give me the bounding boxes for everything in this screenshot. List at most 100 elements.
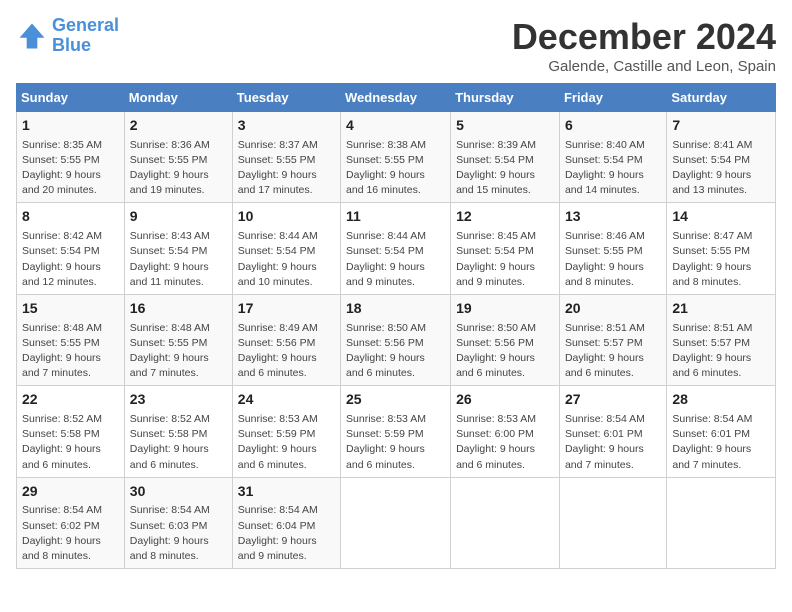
calendar-cell: 27Sunrise: 8:54 AMSunset: 6:01 PMDayligh… <box>559 386 666 477</box>
day-info: Sunrise: 8:54 AMSunset: 6:01 PMDaylight:… <box>565 412 661 473</box>
day-info: Sunrise: 8:52 AMSunset: 5:58 PMDaylight:… <box>130 412 227 473</box>
calendar-cell: 4Sunrise: 8:38 AMSunset: 5:55 PMDaylight… <box>341 112 451 203</box>
month-title: December 2024 <box>512 16 776 58</box>
calendar-cell: 12Sunrise: 8:45 AMSunset: 5:54 PMDayligh… <box>451 203 560 294</box>
header: General Blue December 2024 Galende, Cast… <box>16 16 776 75</box>
day-number: 23 <box>130 390 227 410</box>
day-number: 16 <box>130 299 227 319</box>
day-number: 7 <box>672 116 770 136</box>
day-info: Sunrise: 8:46 AMSunset: 5:55 PMDaylight:… <box>565 229 661 290</box>
day-number: 29 <box>22 482 119 502</box>
day-number: 10 <box>238 207 335 227</box>
calendar-cell: 1Sunrise: 8:35 AMSunset: 5:55 PMDaylight… <box>17 112 125 203</box>
calendar-cell: 6Sunrise: 8:40 AMSunset: 5:54 PMDaylight… <box>559 112 666 203</box>
calendar-week-row: 8Sunrise: 8:42 AMSunset: 5:54 PMDaylight… <box>17 203 776 294</box>
day-number: 15 <box>22 299 119 319</box>
day-info: Sunrise: 8:37 AMSunset: 5:55 PMDaylight:… <box>238 138 335 199</box>
day-info: Sunrise: 8:44 AMSunset: 5:54 PMDaylight:… <box>346 229 445 290</box>
day-info: Sunrise: 8:44 AMSunset: 5:54 PMDaylight:… <box>238 229 335 290</box>
day-info: Sunrise: 8:50 AMSunset: 5:56 PMDaylight:… <box>456 321 554 382</box>
day-number: 20 <box>565 299 661 319</box>
day-number: 26 <box>456 390 554 410</box>
day-info: Sunrise: 8:53 AMSunset: 6:00 PMDaylight:… <box>456 412 554 473</box>
calendar-cell: 23Sunrise: 8:52 AMSunset: 5:58 PMDayligh… <box>124 386 232 477</box>
calendar-cell: 10Sunrise: 8:44 AMSunset: 5:54 PMDayligh… <box>232 203 340 294</box>
day-info: Sunrise: 8:39 AMSunset: 5:54 PMDaylight:… <box>456 138 554 199</box>
day-info: Sunrise: 8:48 AMSunset: 5:55 PMDaylight:… <box>130 321 227 382</box>
calendar-cell: 15Sunrise: 8:48 AMSunset: 5:55 PMDayligh… <box>17 294 125 385</box>
day-number: 28 <box>672 390 770 410</box>
day-number: 18 <box>346 299 445 319</box>
calendar-cell: 16Sunrise: 8:48 AMSunset: 5:55 PMDayligh… <box>124 294 232 385</box>
calendar-cell: 11Sunrise: 8:44 AMSunset: 5:54 PMDayligh… <box>341 203 451 294</box>
day-info: Sunrise: 8:35 AMSunset: 5:55 PMDaylight:… <box>22 138 119 199</box>
calendar-cell: 3Sunrise: 8:37 AMSunset: 5:55 PMDaylight… <box>232 112 340 203</box>
day-number: 22 <box>22 390 119 410</box>
calendar-table: SundayMondayTuesdayWednesdayThursdayFrid… <box>16 83 776 569</box>
header-thursday: Thursday <box>451 84 560 112</box>
calendar-week-row: 22Sunrise: 8:52 AMSunset: 5:58 PMDayligh… <box>17 386 776 477</box>
day-number: 13 <box>565 207 661 227</box>
day-number: 1 <box>22 116 119 136</box>
calendar-header-row: SundayMondayTuesdayWednesdayThursdayFrid… <box>17 84 776 112</box>
calendar-cell <box>667 477 776 568</box>
logo-line1: General <box>52 15 119 35</box>
calendar-cell <box>341 477 451 568</box>
day-info: Sunrise: 8:51 AMSunset: 5:57 PMDaylight:… <box>672 321 770 382</box>
day-info: Sunrise: 8:48 AMSunset: 5:55 PMDaylight:… <box>22 321 119 382</box>
calendar-cell: 30Sunrise: 8:54 AMSunset: 6:03 PMDayligh… <box>124 477 232 568</box>
day-info: Sunrise: 8:45 AMSunset: 5:54 PMDaylight:… <box>456 229 554 290</box>
day-info: Sunrise: 8:50 AMSunset: 5:56 PMDaylight:… <box>346 321 445 382</box>
calendar-cell: 20Sunrise: 8:51 AMSunset: 5:57 PMDayligh… <box>559 294 666 385</box>
calendar-cell: 8Sunrise: 8:42 AMSunset: 5:54 PMDaylight… <box>17 203 125 294</box>
day-number: 27 <box>565 390 661 410</box>
day-number: 3 <box>238 116 335 136</box>
day-info: Sunrise: 8:54 AMSunset: 6:04 PMDaylight:… <box>238 503 335 564</box>
calendar-cell <box>451 477 560 568</box>
day-number: 9 <box>130 207 227 227</box>
day-number: 19 <box>456 299 554 319</box>
day-info: Sunrise: 8:53 AMSunset: 5:59 PMDaylight:… <box>238 412 335 473</box>
header-wednesday: Wednesday <box>341 84 451 112</box>
header-friday: Friday <box>559 84 666 112</box>
day-info: Sunrise: 8:36 AMSunset: 5:55 PMDaylight:… <box>130 138 227 199</box>
day-info: Sunrise: 8:54 AMSunset: 6:03 PMDaylight:… <box>130 503 227 564</box>
calendar-cell: 18Sunrise: 8:50 AMSunset: 5:56 PMDayligh… <box>341 294 451 385</box>
calendar-cell: 25Sunrise: 8:53 AMSunset: 5:59 PMDayligh… <box>341 386 451 477</box>
logo-icon <box>16 20 48 52</box>
header-sunday: Sunday <box>17 84 125 112</box>
day-number: 25 <box>346 390 445 410</box>
calendar-cell: 21Sunrise: 8:51 AMSunset: 5:57 PMDayligh… <box>667 294 776 385</box>
day-number: 6 <box>565 116 661 136</box>
calendar-cell: 29Sunrise: 8:54 AMSunset: 6:02 PMDayligh… <box>17 477 125 568</box>
calendar-week-row: 29Sunrise: 8:54 AMSunset: 6:02 PMDayligh… <box>17 477 776 568</box>
day-number: 11 <box>346 207 445 227</box>
day-info: Sunrise: 8:52 AMSunset: 5:58 PMDaylight:… <box>22 412 119 473</box>
calendar-cell: 31Sunrise: 8:54 AMSunset: 6:04 PMDayligh… <box>232 477 340 568</box>
header-monday: Monday <box>124 84 232 112</box>
calendar-cell <box>559 477 666 568</box>
day-info: Sunrise: 8:43 AMSunset: 5:54 PMDaylight:… <box>130 229 227 290</box>
header-tuesday: Tuesday <box>232 84 340 112</box>
day-number: 17 <box>238 299 335 319</box>
calendar-cell: 13Sunrise: 8:46 AMSunset: 5:55 PMDayligh… <box>559 203 666 294</box>
calendar-cell: 7Sunrise: 8:41 AMSunset: 5:54 PMDaylight… <box>667 112 776 203</box>
day-number: 24 <box>238 390 335 410</box>
day-info: Sunrise: 8:49 AMSunset: 5:56 PMDaylight:… <box>238 321 335 382</box>
calendar-cell: 9Sunrise: 8:43 AMSunset: 5:54 PMDaylight… <box>124 203 232 294</box>
day-number: 31 <box>238 482 335 502</box>
calendar-week-row: 1Sunrise: 8:35 AMSunset: 5:55 PMDaylight… <box>17 112 776 203</box>
day-number: 4 <box>346 116 445 136</box>
calendar-cell: 22Sunrise: 8:52 AMSunset: 5:58 PMDayligh… <box>17 386 125 477</box>
calendar-cell: 26Sunrise: 8:53 AMSunset: 6:00 PMDayligh… <box>451 386 560 477</box>
day-number: 14 <box>672 207 770 227</box>
day-number: 2 <box>130 116 227 136</box>
calendar-cell: 28Sunrise: 8:54 AMSunset: 6:01 PMDayligh… <box>667 386 776 477</box>
day-number: 12 <box>456 207 554 227</box>
calendar-cell: 17Sunrise: 8:49 AMSunset: 5:56 PMDayligh… <box>232 294 340 385</box>
header-saturday: Saturday <box>667 84 776 112</box>
logo-line2: Blue <box>52 35 91 55</box>
day-info: Sunrise: 8:51 AMSunset: 5:57 PMDaylight:… <box>565 321 661 382</box>
day-info: Sunrise: 8:41 AMSunset: 5:54 PMDaylight:… <box>672 138 770 199</box>
day-info: Sunrise: 8:54 AMSunset: 6:02 PMDaylight:… <box>22 503 119 564</box>
